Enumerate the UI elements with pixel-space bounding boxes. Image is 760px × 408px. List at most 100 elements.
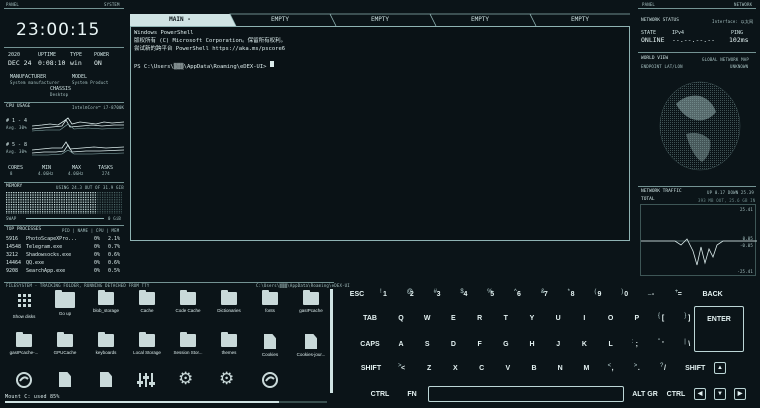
key-altgr[interactable]: ALT GR <box>628 386 662 403</box>
file-blob-storage[interactable]: blob_storage <box>87 290 125 322</box>
edex-logo-icon[interactable] <box>262 372 278 388</box>
file-cookies-journal[interactable]: Cookies-jour... <box>292 334 330 364</box>
key-c72[interactable]: H <box>521 336 543 353</box>
tab-empty-1[interactable]: EMPTY <box>230 14 330 26</box>
key-c71[interactable]: G <box>495 336 517 353</box>
key-tab[interactable]: TAB <box>356 310 384 327</box>
key-c68[interactable]: D <box>442 336 464 353</box>
key-c53[interactable]: 5% <box>481 286 503 303</box>
folder-icon <box>16 332 32 347</box>
type-value: win <box>70 59 82 67</box>
key-c77[interactable]: M <box>575 360 597 377</box>
key-c65[interactable]: A <box>390 336 412 353</box>
key-c73[interactable]: I <box>573 310 595 327</box>
tab-empty-4[interactable]: EMPTY <box>530 14 630 26</box>
file-local-storage[interactable]: Local Storage <box>128 332 166 364</box>
key-c78[interactable]: N <box>549 360 571 377</box>
key-c46[interactable]: . > <box>628 360 650 377</box>
uptime-label: UPTIME <box>38 52 57 58</box>
arrow-left-key[interactable]: ◀ <box>694 388 706 400</box>
key-c66[interactable]: B <box>523 360 545 377</box>
key-back[interactable]: BACK <box>696 286 730 303</box>
key-shift[interactable]: SHIFT <box>680 360 710 377</box>
file-gpucache[interactable]: GPUCache <box>46 332 84 364</box>
terminal[interactable]: Windows PowerShell 版权所有 (C) Microsoft Co… <box>130 26 630 241</box>
globe-map[interactable] <box>656 74 744 174</box>
key-c84[interactable]: T <box>495 310 517 327</box>
key-fn[interactable]: FN <box>402 386 422 403</box>
key-c91[interactable]: [{ <box>652 310 674 327</box>
key-caps[interactable]: CAPS <box>356 336 384 353</box>
key-c90[interactable]: Z <box>418 360 440 377</box>
folder-icon <box>221 290 237 305</box>
key-c51[interactable]: 3 # <box>428 286 450 303</box>
arrow-down-key[interactable]: ▼ <box>714 388 726 400</box>
key-c49[interactable]: 1! <box>374 286 396 303</box>
key-c83[interactable]: S <box>416 336 438 353</box>
key-esc[interactable]: ESC <box>346 286 368 303</box>
key-c75[interactable]: K <box>573 336 595 353</box>
key-c81[interactable]: Q <box>390 310 412 327</box>
edex-logo-icon[interactable] <box>16 372 32 388</box>
key-c47[interactable]: /? <box>654 360 676 377</box>
key-shift[interactable]: SHIFT <box>356 360 386 377</box>
swap-bar <box>26 218 104 219</box>
key-c57[interactable]: 9( <box>588 286 610 303</box>
cpu-model: Intel®Core™ i7-8700K <box>72 105 125 110</box>
key-c56[interactable]: 8 * <box>562 286 584 303</box>
arrow-up-key[interactable]: ▲ <box>714 362 726 374</box>
key-c74[interactable]: J <box>547 336 569 353</box>
tab-empty-3[interactable]: EMPTY <box>430 14 530 26</box>
terminal-line: 版权所有 (C) Microsoft Corporation。保留所有权利。 <box>134 38 287 44</box>
key-c61[interactable]: = + <box>669 286 691 303</box>
key-c55[interactable]: 7 & <box>535 286 557 303</box>
key-c87[interactable]: W <box>416 310 438 327</box>
file-cache[interactable]: Cache <box>128 290 166 322</box>
gear-icon[interactable]: ⚙ <box>178 369 193 389</box>
file-icon[interactable] <box>59 372 71 387</box>
file-go-up[interactable]: Go up <box>46 290 84 322</box>
equalizer-icon[interactable] <box>137 372 155 388</box>
key-space[interactable] <box>428 386 624 402</box>
key-c88[interactable]: X <box>444 360 466 377</box>
gear-icon[interactable]: ⚙ <box>219 369 234 389</box>
key-c85[interactable]: U <box>547 310 569 327</box>
key-label: M <box>583 365 590 372</box>
file-keyboards[interactable]: keyboards <box>87 332 125 364</box>
key-c86[interactable]: V <box>497 360 519 377</box>
key-c79[interactable]: O <box>600 310 622 327</box>
file-session-storage[interactable]: Session Stor... <box>169 332 207 364</box>
file-fonts[interactable]: fonts <box>251 290 289 322</box>
file-icon[interactable] <box>100 372 112 387</box>
key-c45[interactable]: - _ <box>642 286 664 303</box>
key-c39[interactable]: ' " <box>652 336 674 353</box>
key-c50[interactable]: 2 @ <box>401 286 423 303</box>
file-code-cache[interactable]: Code Cache <box>169 290 207 322</box>
key-c76[interactable]: L <box>600 336 622 353</box>
filesystem-scrollbar[interactable] <box>330 289 333 393</box>
key-c60[interactable]: < > <box>392 360 414 377</box>
key-c70[interactable]: F <box>469 336 491 353</box>
file-gasipcache[interactable]: gasIPcache <box>292 290 330 322</box>
key-c67[interactable]: C <box>471 360 493 377</box>
key-c69[interactable]: E <box>442 310 464 327</box>
key-c52[interactable]: 4 $ <box>454 286 476 303</box>
key-c80[interactable]: P <box>626 310 648 327</box>
key-c59[interactable]: ;: <box>626 336 648 353</box>
key-ctrl-right[interactable]: CTRL <box>662 386 690 403</box>
key-c48[interactable]: 0) <box>615 286 637 303</box>
arrow-right-key[interactable]: ▶ <box>734 388 746 400</box>
key-c54[interactable]: 6 ^ <box>508 286 530 303</box>
file-cookies[interactable]: Cookies <box>251 334 289 364</box>
file-show-disks[interactable]: Show disks <box>5 292 43 322</box>
tab-empty-2[interactable]: EMPTY <box>330 14 430 26</box>
file-dictionaries[interactable]: Dictionaries <box>210 290 248 322</box>
file-themes[interactable]: themes <box>210 332 248 364</box>
file-gasipcache-2[interactable]: gasIPcache-... <box>5 332 43 364</box>
key-c82[interactable]: R <box>469 310 491 327</box>
key-c89[interactable]: Y <box>521 310 543 327</box>
key-enter[interactable]: ENTER <box>694 306 744 352</box>
key-c44[interactable]: , < <box>602 360 624 377</box>
key-ctrl[interactable]: CTRL <box>364 386 396 403</box>
tab-main[interactable]: MAIN - <box>130 14 230 26</box>
